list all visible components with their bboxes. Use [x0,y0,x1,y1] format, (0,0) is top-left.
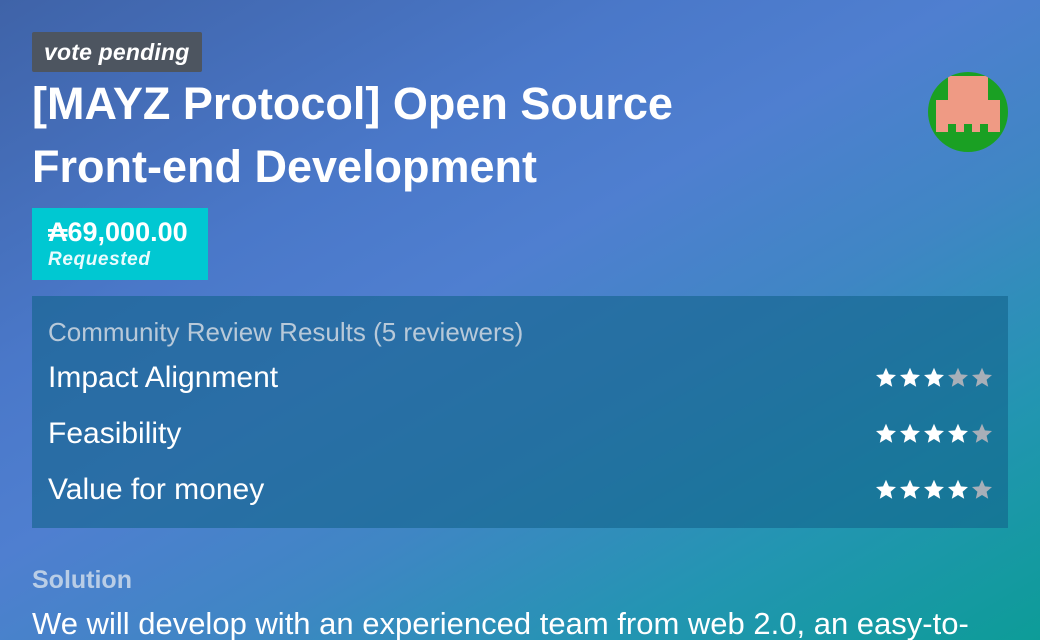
review-criterion-label: Value for money [48,473,265,506]
star-rating [874,366,994,390]
star-filled-icon [948,479,968,499]
pixel-identicon-icon [936,76,1000,132]
review-heading: Community Review Results (5 reviewers) [48,317,524,347]
star-empty-icon [972,479,992,499]
star-filled-icon [900,367,920,387]
star-filled-icon [924,479,944,499]
identicon-eye-right [988,88,1000,100]
star-filled-icon [924,423,944,443]
star-rating [874,422,994,446]
review-criterion-label: Impact Alignment [48,361,279,394]
star-filled-icon [876,479,896,499]
review-criterion-label: Feasibility [48,417,182,450]
identicon-head [948,76,988,88]
review-row: Impact Alignment [48,350,992,406]
identicon-gap-right [980,124,988,132]
review-row: Feasibility [48,406,992,462]
identicon-gap-left [948,124,956,132]
requested-label: Requested [48,249,151,270]
star-filled-icon [876,423,896,443]
requested-amount-box: ₳69,000.00 Requested [32,208,208,280]
review-row: Value for money [48,462,992,518]
avatar [928,72,1008,152]
review-rows: Impact Alignment Feasibility Value for mon… [48,350,992,518]
star-filled-icon [900,479,920,499]
proposal-title: [MAYZ Protocol] Open Source Front-end De… [32,78,673,192]
star-filled-icon [900,423,920,443]
star-filled-icon [948,423,968,443]
star-rating [874,478,994,502]
star-filled-icon [924,367,944,387]
star-empty-icon [948,367,968,387]
star-empty-icon [972,423,992,443]
status-badge: vote pending [32,32,202,72]
solution-text: We will develop with an experienced team… [32,606,969,640]
community-review-panel: Community Review Results (5 reviewers) I… [32,296,1008,528]
star-empty-icon [972,367,992,387]
identicon-gap-mid [964,124,972,132]
requested-amount: ₳69,000.00 [48,217,188,247]
identicon-eye-left [936,88,948,100]
star-filled-icon [876,367,896,387]
solution-heading: Solution [32,566,132,594]
